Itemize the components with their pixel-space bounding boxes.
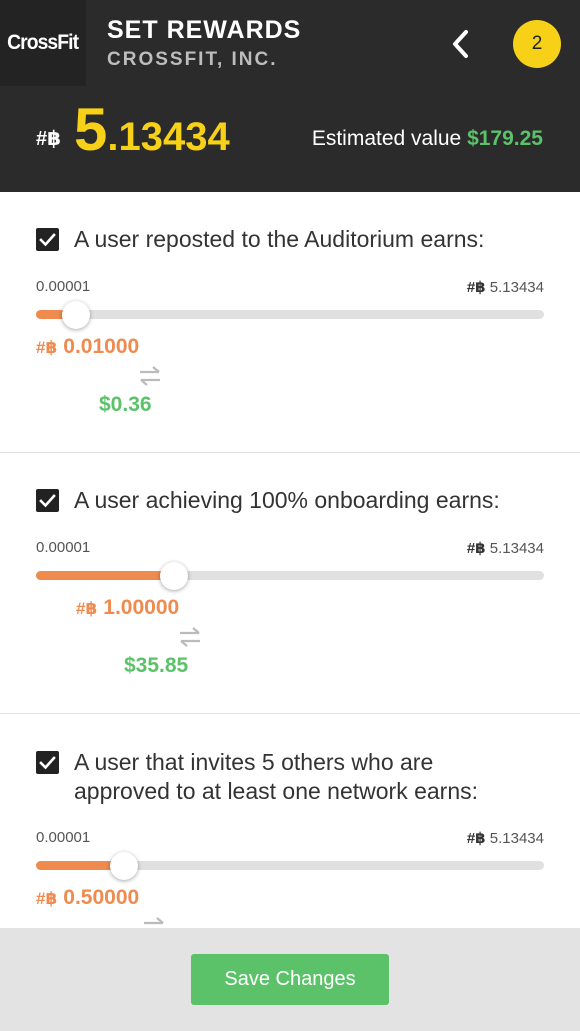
reward-label: A user that invites 5 others who are app… bbox=[74, 748, 478, 806]
slider-min-label: 0.00001 bbox=[36, 829, 91, 846]
checkmark-icon bbox=[39, 756, 56, 770]
token-symbol: #฿ bbox=[76, 599, 98, 618]
estimated-value-label: Estimated value bbox=[311, 127, 462, 150]
reward-token-amount: #฿ 1.00000 bbox=[76, 596, 179, 620]
reward-token-amount: #฿ 0.01000 bbox=[36, 335, 139, 359]
reward-slider-thumb[interactable] bbox=[110, 852, 139, 880]
page-title: SET REWARDS bbox=[107, 16, 302, 44]
reward-checkbox[interactable] bbox=[36, 751, 59, 774]
token-symbol: #฿ bbox=[466, 540, 486, 557]
token-symbol: #฿ bbox=[36, 128, 62, 150]
footer-bar: Save Changes bbox=[0, 928, 580, 1031]
header-bar: CrossFit SET REWARDS CROSSFIT, INC. 2 #฿… bbox=[0, 0, 580, 192]
slider-max-label: #฿ 5.13434 bbox=[467, 539, 544, 557]
slider-min-label: 0.00001 bbox=[36, 278, 91, 295]
token-symbol: #฿ bbox=[466, 279, 486, 296]
balance-integer: 5 bbox=[74, 96, 108, 163]
reward-label: A user achieving 100% onboarding earns: bbox=[74, 487, 500, 513]
reward-section-repost: A user reposted to the Auditorium earns:… bbox=[0, 192, 580, 453]
reward-slider-thumb[interactable] bbox=[160, 562, 189, 590]
swap-arrows-icon bbox=[180, 627, 200, 647]
brand-logo-text: CrossFit bbox=[7, 31, 79, 54]
token-symbol: #฿ bbox=[466, 830, 486, 847]
chevron-left-icon bbox=[453, 30, 468, 58]
reward-section-invites: A user that invites 5 others who are app… bbox=[0, 714, 580, 954]
slider-max-label: #฿ 5.13434 bbox=[467, 829, 544, 847]
reward-slider-track[interactable] bbox=[36, 301, 544, 329]
estimated-value: Estimated value $179.25 bbox=[312, 127, 543, 151]
reward-amount-value: 0.50000 bbox=[63, 886, 140, 909]
slider-max-label: #฿ 5.13434 bbox=[467, 278, 544, 296]
back-button[interactable] bbox=[444, 24, 480, 64]
balance-decimal: .13434 bbox=[107, 115, 230, 159]
reward-amount-value: 1.00000 bbox=[103, 596, 180, 619]
reward-amount-value: 0.01000 bbox=[63, 335, 140, 358]
reward-usd-value: $0.36 bbox=[99, 393, 152, 416]
reward-label: A user reposted to the Auditorium earns: bbox=[74, 226, 485, 252]
estimated-value-amount: $179.25 bbox=[467, 127, 543, 150]
token-balance: 5.13434 bbox=[74, 100, 230, 160]
slider-max-value: 5.13434 bbox=[489, 540, 544, 557]
reward-token-amount: #฿ 0.50000 bbox=[36, 886, 139, 910]
reward-label-line: A user that invites 5 others who are bbox=[74, 749, 434, 775]
checkmark-icon bbox=[39, 233, 56, 247]
reward-checkbox[interactable] bbox=[36, 228, 59, 251]
brand-logo: CrossFit bbox=[0, 0, 86, 86]
reward-slider-thumb[interactable] bbox=[62, 301, 91, 329]
token-symbol: #฿ bbox=[36, 889, 58, 908]
save-changes-button[interactable]: Save Changes bbox=[191, 954, 389, 1005]
checkmark-icon bbox=[39, 494, 56, 508]
slider-max-value: 5.13434 bbox=[489, 830, 544, 847]
reward-checkbox[interactable] bbox=[36, 489, 59, 512]
reward-slider-fill bbox=[36, 571, 175, 580]
reward-slider-track[interactable] bbox=[36, 562, 544, 590]
swap-arrows-icon bbox=[140, 366, 160, 386]
token-symbol: #฿ bbox=[36, 338, 58, 357]
reward-slider-track[interactable] bbox=[36, 852, 544, 880]
reward-label-line: approved to at least one network earns: bbox=[74, 778, 479, 804]
page-subtitle: CROSSFIT, INC. bbox=[107, 49, 278, 70]
notification-badge[interactable]: 2 bbox=[513, 20, 561, 68]
reward-section-onboarding: A user achieving 100% onboarding earns: … bbox=[0, 453, 580, 714]
slider-max-value: 5.13434 bbox=[489, 279, 544, 296]
slider-min-label: 0.00001 bbox=[36, 539, 91, 556]
reward-usd-value: $35.85 bbox=[124, 654, 189, 677]
